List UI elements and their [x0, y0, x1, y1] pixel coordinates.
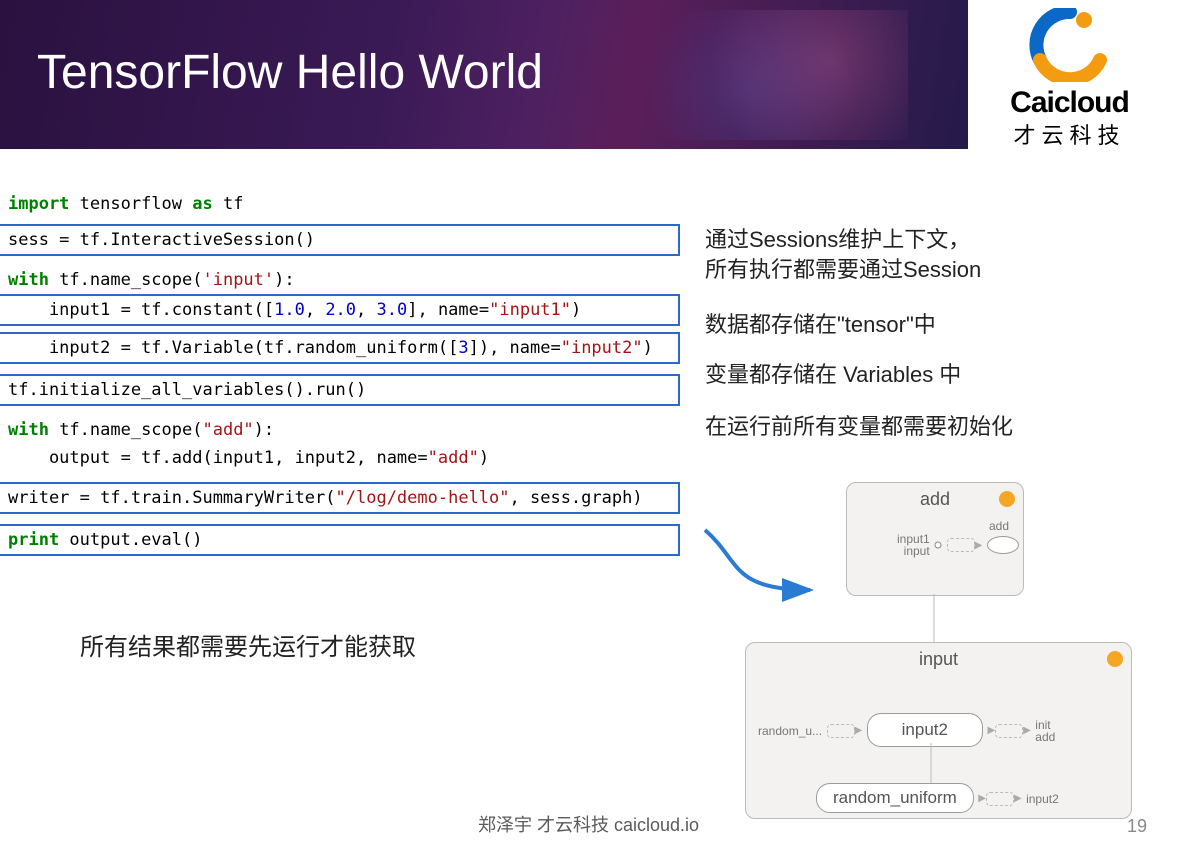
annotation-eval: 所有结果都需要先运行才能获取 — [80, 632, 416, 664]
code-line-1: import tensorflow as tf — [0, 190, 680, 218]
code-line-7: with tf.name_scope("add"): — [0, 416, 680, 444]
collapse-icon — [1107, 651, 1123, 667]
graph-connector — [932, 594, 936, 644]
annotation-variables: 变量都存储在 Variables 中 — [705, 360, 961, 390]
footer-author: 郑泽宇 才云科技 caicloud.io — [0, 811, 1177, 837]
slide-title: TensorFlow Hello World — [37, 45, 543, 100]
code-line-3: with tf.name_scope('input'): — [0, 266, 680, 294]
graph-box-add: add add input1input ▶ — [846, 482, 1024, 596]
graph-input-title: input — [746, 649, 1131, 670]
annotation-sessions: 通过Sessions维护上下文， 所有执行都需要通过Session — [705, 225, 981, 284]
code-line-5: input2 = tf.Variable(tf.random_uniform([… — [0, 332, 680, 364]
slide-header: TensorFlow Hello World — [0, 0, 968, 149]
code-line-2: sess = tf.InteractiveSession() — [0, 224, 680, 256]
arrow-icon — [700, 520, 830, 610]
caicloud-icon — [1026, 8, 1114, 82]
graph-row-input2: random_u... ▶ input2 ▶▶ initadd — [758, 713, 1055, 747]
page-number: 19 — [1127, 816, 1147, 837]
annotation-tensor: 数据都存储在"tensor"中 — [705, 310, 936, 340]
graph-row-random: random_uniform ▶▶ input2 — [816, 783, 1059, 813]
code-line-10: print output.eval() — [0, 524, 680, 556]
graph-box-input: input random_u... ▶ input2 ▶▶ initadd ra… — [745, 642, 1132, 819]
code-line-9: writer = tf.train.SummaryWriter("/log/de… — [0, 482, 680, 514]
code-line-4: input1 = tf.constant([1.0, 2.0, 3.0], na… — [0, 294, 680, 326]
brand-logo: Caicloud 才云科技 — [972, 0, 1167, 168]
annotation-init: 在运行前所有变量都需要初始化 — [705, 412, 1013, 442]
brand-name: Caicloud — [1010, 86, 1129, 120]
collapse-icon — [999, 491, 1015, 507]
code-line-8: output = tf.add(input1, input2, name="ad… — [0, 444, 680, 472]
graph-add-inner: input1input ▶ — [897, 533, 1019, 557]
code-line-6: tf.initialize_all_variables().run() — [0, 374, 680, 406]
code-block: import tensorflow as tf sess = tf.Intera… — [0, 190, 680, 556]
graph-add-title: add — [847, 489, 1023, 510]
brand-name-cn: 才云科技 — [1013, 118, 1125, 150]
graph-add-label: add — [989, 519, 1009, 533]
graph-inner-connector — [929, 743, 933, 783]
